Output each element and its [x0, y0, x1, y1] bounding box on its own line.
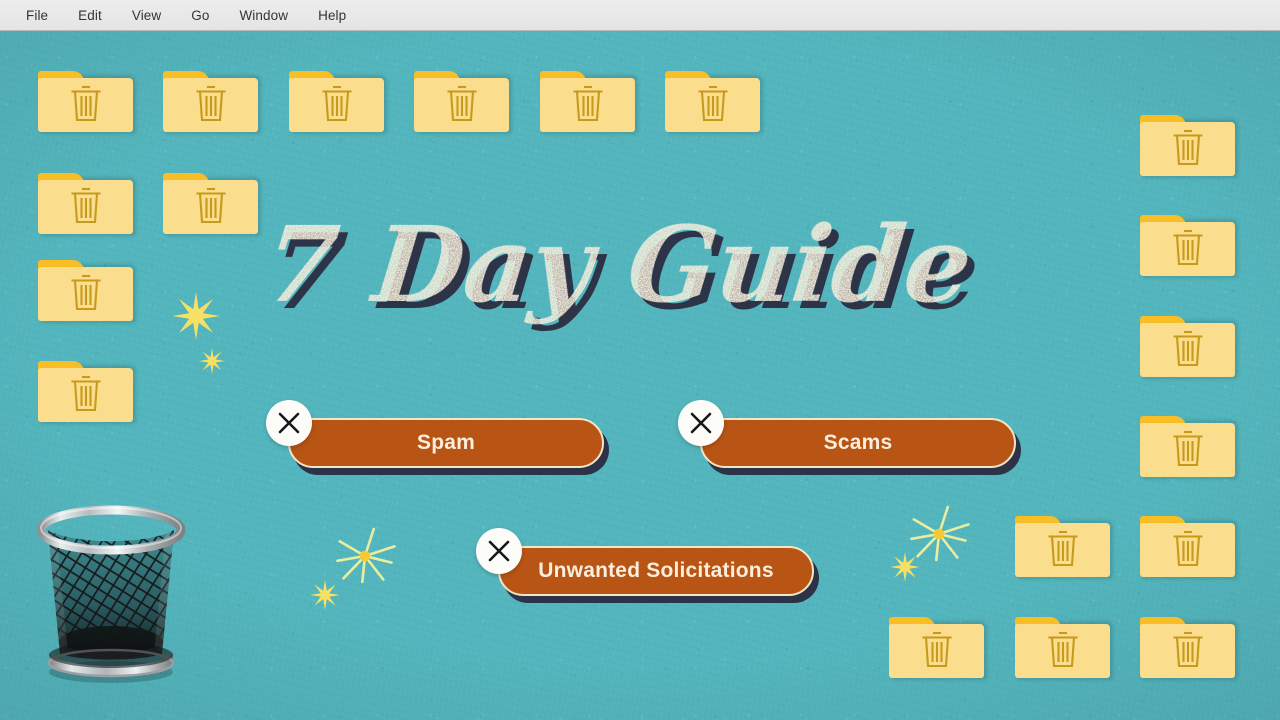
poster-canvas: 7 Day Guide 7 Day Guide Spam Scams Unwan… [0, 0, 1280, 720]
trash-folder-icon[interactable] [38, 165, 136, 237]
unwanted-solicitations-button-label: Unwanted Solicitations [538, 559, 774, 582]
trash-folder-icon[interactable] [1015, 609, 1113, 681]
trash-folder-icon[interactable] [1140, 508, 1238, 580]
sparkle-burst-large [172, 292, 220, 345]
close-x-glyph [488, 540, 510, 562]
menu-view[interactable]: View [132, 8, 161, 23]
menu-window[interactable]: Window [239, 8, 288, 23]
scams-button-label: Scams [823, 431, 893, 454]
trash-can-icon [1173, 330, 1203, 367]
spam-button[interactable]: Spam [288, 418, 604, 468]
trash-folder-icon[interactable] [38, 353, 136, 425]
spam-button-label: Spam [417, 431, 475, 454]
trash-can-icon [322, 85, 352, 122]
scams-button[interactable]: Scams [700, 418, 1016, 468]
trash-folder-icon[interactable] [1015, 508, 1113, 580]
trash-can-icon [196, 85, 226, 122]
spam-button-group: Spam [266, 400, 604, 468]
trash-can-icon [698, 85, 728, 122]
menu-help[interactable]: Help [318, 8, 346, 23]
trash-folder-icon[interactable] [163, 165, 261, 237]
trash-folder-icon[interactable] [38, 252, 136, 324]
trash-can-icon [1048, 631, 1078, 668]
trash-can-icon [71, 274, 101, 311]
trash-folder-icon[interactable] [1140, 207, 1238, 279]
menu-file[interactable]: File [26, 8, 48, 23]
trash-can-icon [1173, 430, 1203, 467]
trash-can-icon [71, 85, 101, 122]
close-x-icon[interactable] [266, 400, 312, 446]
trash-can-icon [1048, 530, 1078, 567]
trash-folder-icon[interactable] [38, 63, 136, 135]
trash-folder-icon[interactable] [163, 63, 261, 135]
trash-can-icon [71, 375, 101, 412]
trash-can-icon [573, 85, 603, 122]
sparkle-burst-small [199, 348, 225, 379]
trash-folder-icon[interactable] [540, 63, 638, 135]
mesh-wastebasket[interactable] [28, 492, 193, 684]
close-x-icon[interactable] [678, 400, 724, 446]
trash-can-icon [447, 85, 477, 122]
menu-edit[interactable]: Edit [78, 8, 102, 23]
trash-can-icon [196, 187, 226, 224]
sparkle-burst-small [310, 580, 340, 615]
close-x-glyph [690, 412, 712, 434]
page-title: 7 Day Guide 7 Day Guide [259, 203, 1042, 340]
unwanted-solicitations-button[interactable]: Unwanted Solicitations [498, 546, 814, 596]
trash-folder-icon[interactable] [1140, 107, 1238, 179]
trash-can-icon [1173, 229, 1203, 266]
sparkle-burst-thin [334, 525, 396, 592]
trash-folder-icon[interactable] [889, 609, 987, 681]
title-text: 7 Day Guide [259, 203, 977, 326]
trash-folder-icon[interactable] [289, 63, 387, 135]
trash-can-icon [922, 631, 952, 668]
close-x-icon[interactable] [476, 528, 522, 574]
trash-folder-icon[interactable] [414, 63, 512, 135]
trash-can-icon [1173, 129, 1203, 166]
unwanted-solicitations-button-group: Unwanted Solicitations [476, 528, 814, 596]
trash-folder-icon[interactable] [1140, 609, 1238, 681]
close-x-glyph [278, 412, 300, 434]
menu-bar: File Edit View Go Window Help [0, 0, 1280, 31]
scams-button-group: Scams [678, 400, 1016, 468]
trash-folder-icon[interactable] [1140, 408, 1238, 480]
trash-can-icon [1173, 631, 1203, 668]
trash-can-icon [71, 187, 101, 224]
trash-folder-icon[interactable] [1140, 308, 1238, 380]
menu-go[interactable]: Go [191, 8, 209, 23]
trash-can-icon [1173, 530, 1203, 567]
sparkle-burst-small [890, 552, 920, 587]
trash-folder-icon[interactable] [665, 63, 763, 135]
